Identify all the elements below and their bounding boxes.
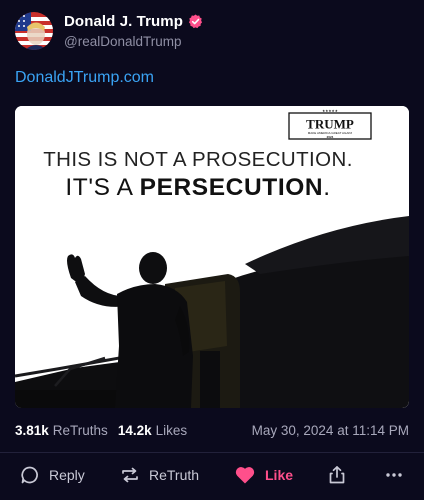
post-timestamp[interactable]: May 30, 2024 at 11:14 PM <box>252 423 409 438</box>
like-button[interactable]: Like <box>234 465 293 485</box>
author-handle[interactable]: @realDonaldTrump <box>64 34 203 49</box>
action-bar: Reply ReTruth Like <box>0 462 424 488</box>
headline-line-2-bold: PERSECUTION <box>140 174 324 201</box>
reply-button[interactable]: Reply <box>20 465 85 485</box>
persecution-graphic: TRUMP MAKE AMERICA GREAT AGAIN! 2024 ★★★… <box>15 106 409 408</box>
retruth-label: ReTruth <box>149 467 200 483</box>
retruths-label: ReTruths <box>52 423 108 438</box>
likes-stat[interactable]: 14.2k Likes <box>118 423 187 438</box>
heart-icon <box>234 465 256 485</box>
retruths-stat[interactable]: 3.81k ReTruths <box>15 423 108 438</box>
post-stats: 3.81k ReTruths 14.2k Likes May 30, 2024 at… <box>15 423 409 438</box>
retruths-count: 3.81k <box>15 423 49 438</box>
trump-logo: TRUMP MAKE AMERICA GREAT AGAIN! 2024 ★★★… <box>288 109 372 140</box>
avatar[interactable] <box>15 12 53 50</box>
headline-line-1: THIS IS NOT A PROSECUTION. <box>43 148 353 171</box>
post-link[interactable]: DonaldJTrump.com <box>15 69 154 87</box>
logo-stars: ★★★★★ <box>322 109 338 113</box>
verified-badge-icon <box>188 14 203 29</box>
reply-icon <box>20 465 40 485</box>
flag-portrait-avatar-icon <box>15 12 53 50</box>
display-name-row: Donald J. Trump <box>64 13 203 30</box>
truth-post: Donald J. Trump @realDonaldTrump DonaldJ… <box>0 0 424 500</box>
like-label: Like <box>265 467 294 483</box>
retruth-button[interactable]: ReTruth <box>120 465 199 485</box>
share-icon <box>327 465 347 485</box>
share-button[interactable] <box>327 465 347 485</box>
likes-count: 14.2k <box>117 423 152 438</box>
headline-line-2-prefix: IT'S A <box>65 174 139 201</box>
logo-year: 2024 <box>327 135 334 139</box>
headline-line-2-suffix: . <box>323 174 330 201</box>
retruth-icon <box>120 465 140 485</box>
headline-line-2: IT'S A PERSECUTION. <box>65 174 330 201</box>
author-names: Donald J. Trump @realDonaldTrump <box>64 13 203 49</box>
reply-label: Reply <box>49 467 85 483</box>
post-header: Donald J. Trump @realDonaldTrump <box>15 12 203 50</box>
display-name[interactable]: Donald J. Trump <box>64 13 183 30</box>
logo-text: TRUMP <box>306 117 354 132</box>
more-options-button[interactable] <box>384 465 404 485</box>
more-options-icon <box>384 465 404 485</box>
divider <box>0 452 424 453</box>
post-image[interactable]: TRUMP MAKE AMERICA GREAT AGAIN! 2024 ★★★… <box>15 106 409 408</box>
likes-label: Likes <box>155 423 188 438</box>
